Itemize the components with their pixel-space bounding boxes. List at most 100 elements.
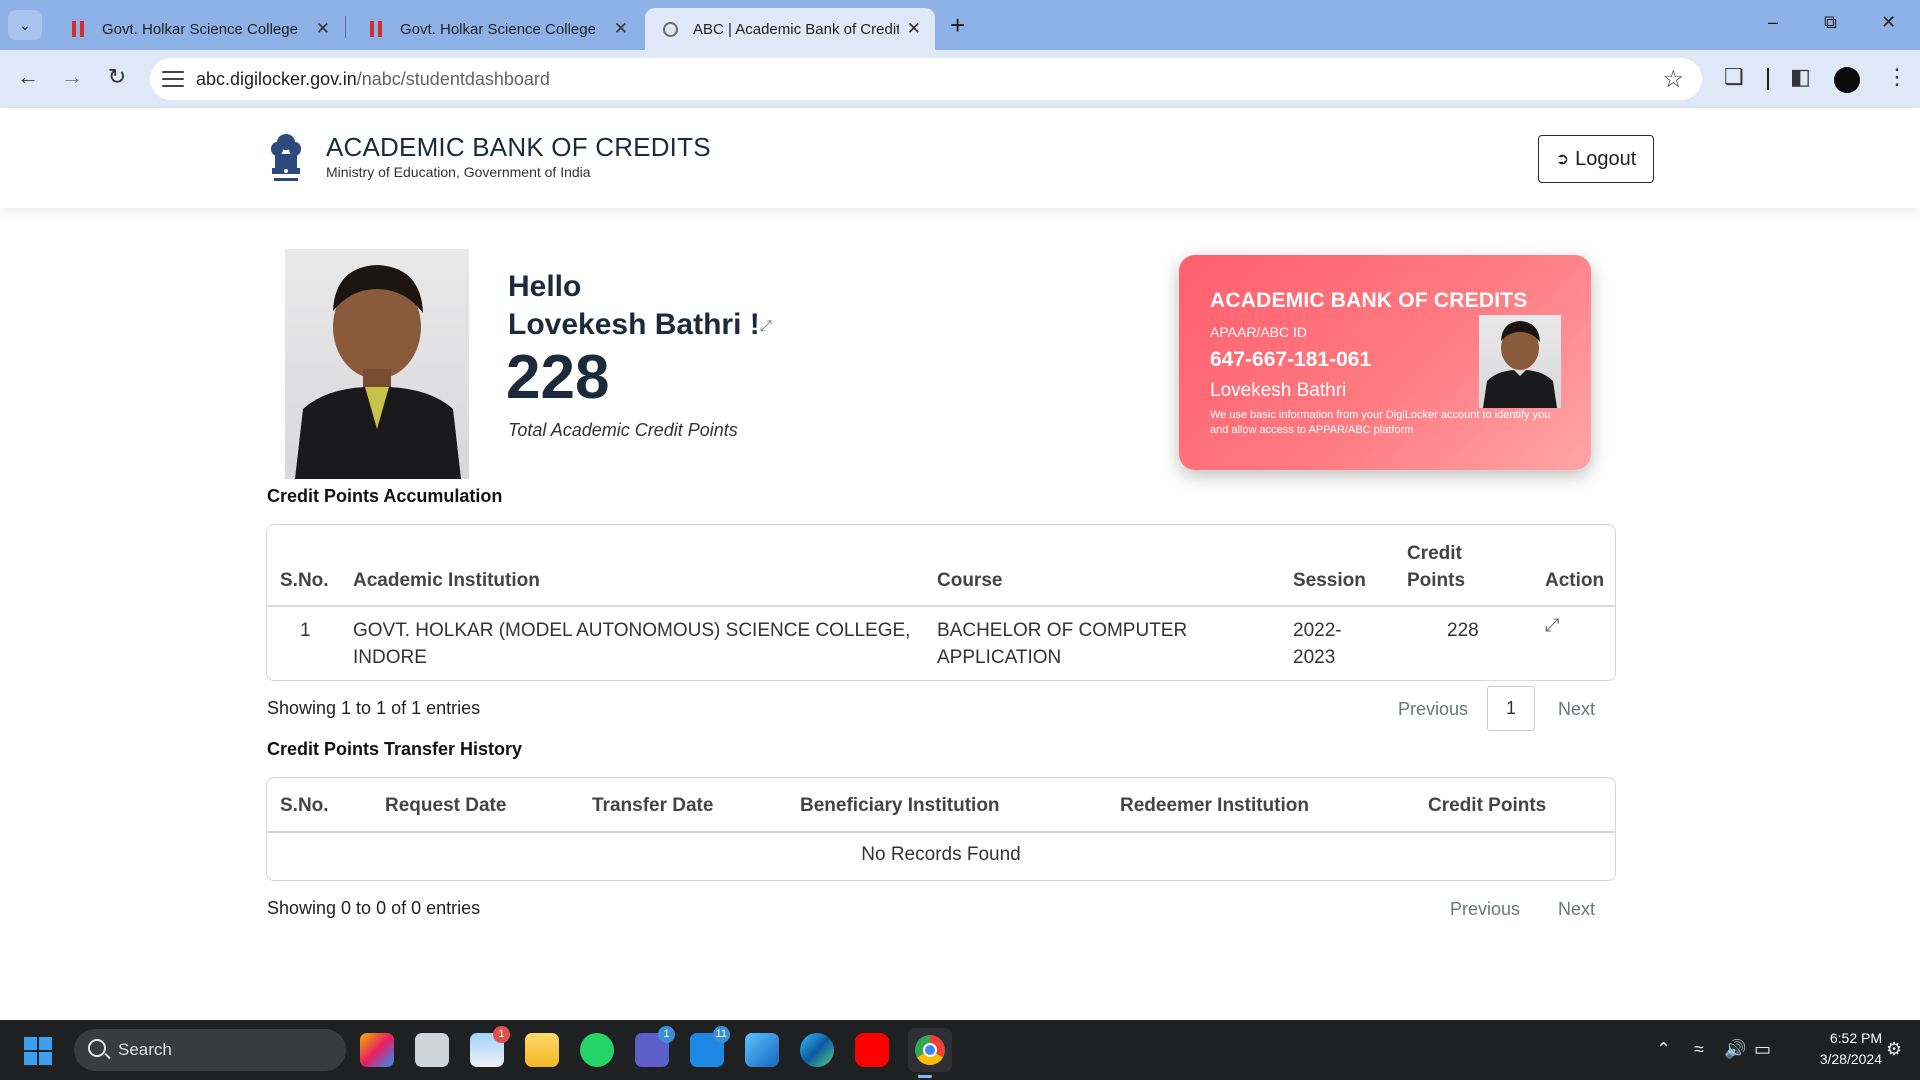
profile-avatar-icon[interactable] xyxy=(1834,67,1860,93)
mail-icon[interactable]: 11 xyxy=(690,1026,730,1067)
student-name-text: Lovekesh Bathri ! xyxy=(508,308,760,341)
col-credit-line2[interactable]: Points xyxy=(1407,570,1465,592)
browser-tab-strip: ⌄ Govt. Holkar Science College ✕ Govt. H… xyxy=(0,0,1920,50)
row-session-line1: 2022- xyxy=(1293,620,1342,641)
extensions-icon[interactable]: ❏ xyxy=(1724,64,1744,90)
browser-menu-icon[interactable]: ⋮ xyxy=(1886,64,1908,90)
side-panel-icon[interactable]: ◧ xyxy=(1790,64,1811,90)
transfer-heading: Credit Points Transfer History xyxy=(267,739,523,759)
close-window-icon[interactable]: ✕ xyxy=(1881,12,1896,33)
row-course-line1: BACHELOR OF COMPUTER xyxy=(937,620,1188,641)
row-institution-line2: INDORE xyxy=(353,647,427,668)
edge-icon[interactable] xyxy=(800,1033,834,1067)
col-sno[interactable]: S.No. xyxy=(280,795,329,817)
site-info-icon[interactable] xyxy=(162,68,184,90)
col-action[interactable]: Action xyxy=(1545,570,1604,592)
copilot-icon[interactable] xyxy=(360,1033,394,1067)
no-records-text: No Records Found xyxy=(861,844,1021,865)
total-credit-caption: Total Academic Credit Points xyxy=(508,420,738,440)
tab-holkar-2[interactable]: Govt. Holkar Science College ✕ xyxy=(352,8,642,50)
col-beneficiary[interactable]: Beneficiary Institution xyxy=(800,795,1000,817)
weather-icon[interactable]: 1 xyxy=(470,1026,510,1067)
teams-icon[interactable]: 1 xyxy=(635,1026,675,1067)
empty-table-row: No Records Found xyxy=(267,833,1615,880)
tab-title: ABC | Academic Bank of Credits xyxy=(693,20,899,38)
taskbar-search-box[interactable]: Search xyxy=(74,1029,346,1071)
accumulation-previous-button[interactable]: Previous xyxy=(1398,699,1468,720)
card-title: ACADEMIC BANK OF CREDITS xyxy=(1210,289,1528,312)
globe-favicon-icon xyxy=(661,20,679,38)
card-student-photo xyxy=(1479,315,1561,408)
transfer-next-button[interactable]: Next xyxy=(1558,899,1595,920)
browser-toolbar: ← → ↻ abc.digilocker.gov.in/nabc/student… xyxy=(0,50,1920,108)
new-tab-button[interactable]: + xyxy=(950,12,965,38)
url-text[interactable]: abc.digilocker.gov.in/nabc/studentdashbo… xyxy=(196,69,550,90)
bookmark-star-icon[interactable]: ☆ xyxy=(1662,65,1684,94)
restore-icon[interactable]: ⧉ xyxy=(1824,12,1837,33)
col-credit-points[interactable]: Credit Points xyxy=(1428,795,1546,817)
close-tab-icon[interactable]: ✕ xyxy=(316,19,330,39)
close-tab-icon[interactable]: ✕ xyxy=(907,19,921,39)
url-path: /nabc/studentdashboard xyxy=(356,69,550,89)
youtube-icon[interactable] xyxy=(855,1033,889,1067)
col-credit-line1[interactable]: Credit xyxy=(1407,543,1462,565)
row-sno: 1 xyxy=(300,620,311,641)
address-bar[interactable]: abc.digilocker.gov.in/nabc/studentdashbo… xyxy=(150,58,1702,100)
site-subtitle: Ministry of Education, Government of Ind… xyxy=(326,164,591,180)
clock-date[interactable]: 3/28/2024 xyxy=(1782,1051,1882,1067)
battery-icon[interactable]: ▭ xyxy=(1754,1039,1771,1060)
college-favicon-icon xyxy=(70,20,88,38)
accumulation-next-button[interactable]: Next xyxy=(1558,699,1595,720)
col-redeemer[interactable]: Redeemer Institution xyxy=(1120,795,1309,817)
wifi-icon[interactable]: ≈ xyxy=(1694,1039,1704,1060)
tab-abc-active[interactable]: ABC | Academic Bank of Credits ✕ xyxy=(645,8,935,50)
weather-badge: 1 xyxy=(493,1026,510,1043)
expand-icon[interactable]: ⤢ xyxy=(760,318,772,335)
student-photo xyxy=(285,249,469,479)
file-explorer-icon[interactable] xyxy=(525,1033,559,1067)
taskbar-search-label: Search xyxy=(118,1040,172,1059)
tab-holkar-1[interactable]: Govt. Holkar Science College ✕ xyxy=(54,8,344,50)
accumulation-page-1-button[interactable]: 1 xyxy=(1487,686,1535,731)
expand-icon[interactable]: ⤢ xyxy=(1545,615,1559,636)
task-view-icon[interactable] xyxy=(415,1033,449,1067)
col-course[interactable]: Course xyxy=(937,570,1002,592)
close-tab-icon[interactable]: ✕ xyxy=(614,19,628,39)
table-row: 1 GOVT. HOLKAR (MODEL AUTONOMOUS) SCIENC… xyxy=(267,607,1615,680)
accumulation-table-header: S.No. Academic Institution Course Sessio… xyxy=(267,525,1615,607)
card-note: We use basic information from your DigiL… xyxy=(1210,409,1551,436)
col-transfer-date[interactable]: Transfer Date xyxy=(592,795,713,817)
col-request-date[interactable]: Request Date xyxy=(385,795,506,817)
transfer-previous-button[interactable]: Previous xyxy=(1450,899,1520,920)
mail-badge: 11 xyxy=(712,1026,730,1043)
card-id-label: APAAR/ABC ID xyxy=(1210,324,1307,340)
chrome-icon[interactable] xyxy=(908,1028,952,1072)
clock-time[interactable]: 6:52 PM xyxy=(1782,1030,1882,1046)
tab-separator xyxy=(345,16,346,38)
forward-arrow-icon[interactable]: → xyxy=(57,64,87,90)
col-session[interactable]: Session xyxy=(1293,570,1366,592)
notifications-icon[interactable]: ⚙ xyxy=(1886,1039,1902,1060)
logout-button[interactable]: ➲ Logout xyxy=(1538,135,1654,183)
transfer-table-header: S.No. Request Date Transfer Date Benefic… xyxy=(267,778,1615,833)
transfer-table: S.No. Request Date Transfer Date Benefic… xyxy=(266,777,1616,881)
chevron-up-icon[interactable]: ⌃ xyxy=(1656,1039,1671,1060)
search-icon xyxy=(88,1039,106,1057)
col-sno[interactable]: S.No. xyxy=(280,570,329,592)
reload-icon[interactable]: ↻ xyxy=(102,64,132,90)
tab-search-button[interactable]: ⌄ xyxy=(8,10,42,40)
minimize-icon[interactable]: – xyxy=(1768,12,1778,33)
url-host: abc.digilocker.gov.in xyxy=(196,69,357,89)
whatsapp-icon[interactable] xyxy=(580,1033,614,1067)
logout-label: Logout xyxy=(1575,147,1637,170)
row-course-line2: APPLICATION xyxy=(937,647,1062,668)
tab-title: Govt. Holkar Science College xyxy=(400,20,596,38)
col-institution[interactable]: Academic Institution xyxy=(353,570,540,592)
site-title: ACADEMIC BANK OF CREDITS xyxy=(326,132,711,162)
volume-icon[interactable]: 🔊 xyxy=(1724,1039,1746,1060)
back-arrow-icon[interactable]: ← xyxy=(13,64,43,90)
photos-icon[interactable] xyxy=(745,1033,779,1067)
site-header: ACADEMIC BANK OF CREDITS Ministry of Edu… xyxy=(0,108,1920,208)
windows-taskbar: Search 1 1 11 ⌃ ≈ 🔊 ▭ 6:52 PM 3/28/2024 … xyxy=(0,1020,1920,1080)
windows-start-icon[interactable] xyxy=(24,1037,52,1065)
